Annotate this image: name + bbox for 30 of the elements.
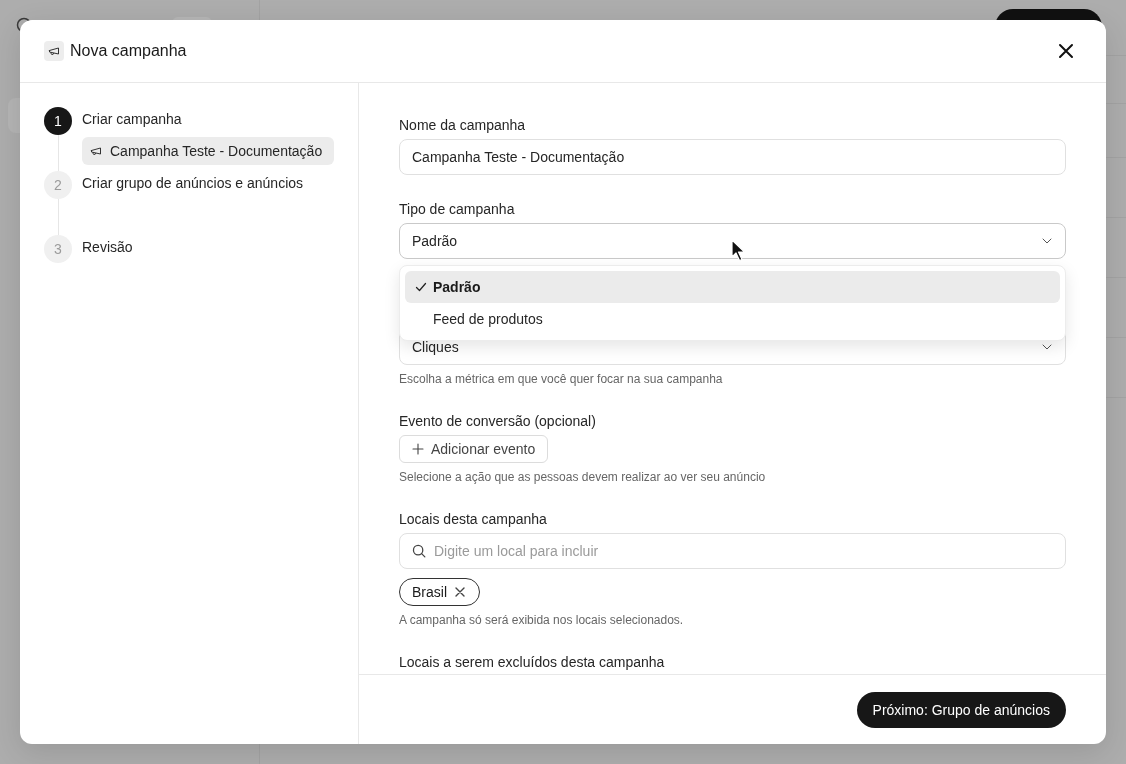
- helper-text: A campanha só será exibida nos locais selecionados.: [399, 612, 685, 628]
- step-label: Criar grupo de anúncios e anúncios: [82, 174, 304, 193]
- select-field[interactable]: Padrão: [399, 223, 1066, 259]
- close-icon: [1058, 43, 1074, 59]
- field-label: Locais desta campanha: [399, 510, 548, 529]
- helper-text: Escolha a métrica em que você quer focar na sua campanha: [399, 371, 724, 387]
- close-icon[interactable]: [455, 587, 465, 597]
- text-input[interactable]: Campanha Teste - Documentação: [399, 139, 1066, 175]
- helper-text: Selecione a ação que as pessoas devem realizar ao ver seu anúncio: [399, 469, 767, 485]
- section-heading: Locais a serem excluídos desta campanha: [399, 653, 666, 672]
- field-label: Nome da campanha: [399, 116, 527, 135]
- step-label: Criar campanha: [82, 110, 182, 129]
- field-label: Tipo de campanha: [399, 200, 516, 219]
- mouse-pointer-icon: [731, 239, 746, 262]
- dropdown-option[interactable]: Padrão: [405, 271, 1060, 303]
- check-icon: [415, 281, 427, 293]
- field-label: Evento de conversão (opcional): [399, 412, 597, 431]
- search-icon: [412, 544, 426, 558]
- step-label: Revisão: [82, 238, 133, 257]
- plus-icon: [412, 443, 424, 455]
- megaphone-icon: [44, 41, 64, 61]
- campaign-item[interactable]: Campanha Teste - Documentação: [82, 137, 335, 165]
- step-number: 1: [44, 107, 72, 135]
- step-number: 2: [44, 171, 72, 199]
- step-number: 3: [44, 235, 72, 263]
- dialog-title: Nova campanha: [70, 41, 187, 61]
- megaphone-icon: [90, 145, 102, 157]
- next-button[interactable]: Próximo: Grupo de anúncios: [856, 691, 1066, 728]
- tag-label: Brasil: [412, 583, 447, 602]
- add-event-button[interactable]: Adicionar evento: [399, 435, 549, 463]
